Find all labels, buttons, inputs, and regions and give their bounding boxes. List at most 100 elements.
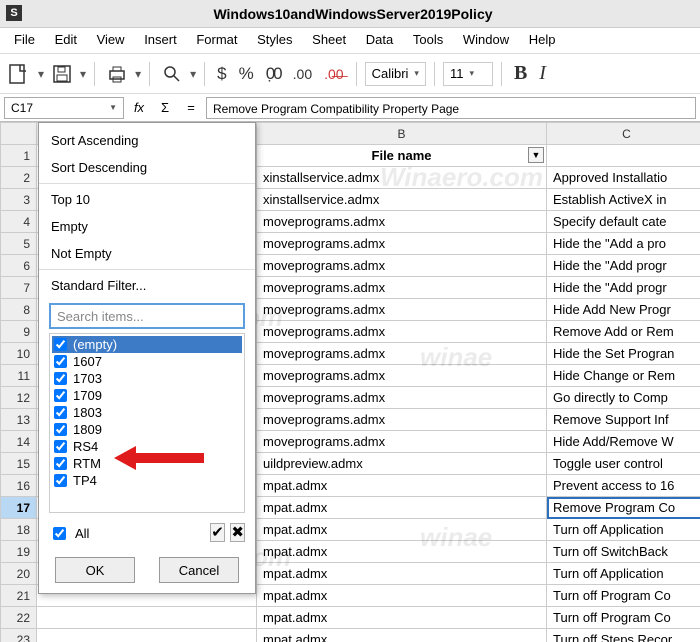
cell[interactable]: moveprograms.admx [257, 233, 547, 255]
cell[interactable]: Hide the Set Progran [547, 343, 700, 365]
percent-icon[interactable]: % [235, 64, 258, 84]
row-header[interactable]: 11 [1, 365, 37, 387]
row-header[interactable]: 1 [1, 145, 37, 167]
menu-data[interactable]: Data [358, 28, 401, 51]
sort-descending-item[interactable]: Sort Descending [39, 154, 255, 181]
row-header[interactable]: 6 [1, 255, 37, 277]
cell[interactable]: moveprograms.admx [257, 431, 547, 453]
cell[interactable]: moveprograms.admx [257, 321, 547, 343]
spreadsheet-grid[interactable]: A B C 1 New in Windows 1 ▼ File name ▼ 2… [0, 122, 700, 642]
cell[interactable]: Approved Installatio [547, 167, 700, 189]
menu-file[interactable]: File [6, 28, 43, 51]
save-icon[interactable] [48, 60, 76, 88]
menu-tools[interactable]: Tools [405, 28, 451, 51]
row-header[interactable]: 8 [1, 299, 37, 321]
cell[interactable]: mpat.admx [257, 519, 547, 541]
cell[interactable]: moveprograms.admx [257, 387, 547, 409]
cell[interactable]: mpat.admx [257, 541, 547, 563]
cell[interactable]: Hide the "Add progr [547, 277, 700, 299]
menu-edit[interactable]: Edit [47, 28, 85, 51]
cell[interactable]: moveprograms.admx [257, 409, 547, 431]
row-header[interactable]: 19 [1, 541, 37, 563]
cell[interactable]: Remove Add or Rem [547, 321, 700, 343]
filter-option-checkbox[interactable] [54, 338, 67, 351]
menu-sheet[interactable]: Sheet [304, 28, 354, 51]
cell[interactable]: Hide Add New Progr [547, 299, 700, 321]
sort-ascending-item[interactable]: Sort Ascending [39, 127, 255, 154]
bold-icon[interactable]: B [510, 62, 531, 85]
cell[interactable]: Turn off Application [547, 519, 700, 541]
font-name-select[interactable]: Calibri ▾ [365, 62, 426, 86]
row-header[interactable]: 22 [1, 607, 37, 629]
filter-option[interactable]: 1809 [52, 421, 242, 438]
menu-window[interactable]: Window [455, 28, 517, 51]
menu-styles[interactable]: Styles [249, 28, 300, 51]
cell[interactable]: moveprograms.admx [257, 211, 547, 233]
dropdown-arrow-icon[interactable]: ▾ [135, 67, 141, 81]
cell[interactable]: xinstallservice.admx [257, 167, 547, 189]
cell[interactable]: Turn off SwitchBack [547, 541, 700, 563]
filter-option-checkbox[interactable] [54, 440, 67, 453]
italic-icon[interactable]: I [535, 62, 550, 85]
menu-insert[interactable]: Insert [136, 28, 185, 51]
filter-option-checkbox[interactable] [54, 457, 67, 470]
row-header[interactable]: 17 [1, 497, 37, 519]
filter-option[interactable]: RS4 [52, 438, 242, 455]
cell[interactable]: Hide the "Add a pro [547, 233, 700, 255]
filter-option-checkbox[interactable] [54, 423, 67, 436]
row-header[interactable]: 20 [1, 563, 37, 585]
row-header[interactable]: 15 [1, 453, 37, 475]
sum-icon[interactable]: Σ [154, 100, 176, 115]
corner-cell[interactable] [1, 123, 37, 145]
dropdown-arrow-icon[interactable]: ▾ [80, 67, 86, 81]
filter-checklist[interactable]: (empty)16071703170918031809RS4RTMTP4 [49, 333, 245, 513]
format-number-icon[interactable]: 0̣0 [262, 64, 285, 84]
row-header[interactable]: 3 [1, 189, 37, 211]
row-header[interactable]: 12 [1, 387, 37, 409]
currency-icon[interactable]: $ [213, 64, 230, 84]
filter-option-checkbox[interactable] [54, 474, 67, 487]
all-checkbox[interactable]: All [49, 524, 89, 543]
cell[interactable]: mpat.admx [257, 629, 547, 642]
function-wizard-icon[interactable]: fx [128, 100, 150, 115]
cell[interactable]: Specify default cate [547, 211, 700, 233]
print-icon[interactable] [103, 60, 131, 88]
standard-filter-item[interactable]: Standard Filter... [39, 272, 255, 299]
menu-view[interactable]: View [89, 28, 133, 51]
cell[interactable] [37, 607, 257, 629]
col-header-c[interactable]: C [547, 123, 700, 145]
cell[interactable]: mpat.admx [257, 475, 547, 497]
accept-icon[interactable]: ✔ [210, 523, 225, 542]
filter-option[interactable]: 1709 [52, 387, 242, 404]
cell[interactable]: Remove Program Co [547, 497, 700, 519]
filter-option-checkbox[interactable] [54, 406, 67, 419]
cell[interactable]: Hide the "Add progr [547, 255, 700, 277]
add-decimal-icon[interactable]: .00 [289, 66, 316, 82]
formula-input[interactable]: Remove Program Compatibility Property Pa… [206, 97, 696, 119]
filter-search-input[interactable]: Search items... [49, 303, 245, 329]
cell[interactable]: Go directly to Comp [547, 387, 700, 409]
filter-option[interactable]: (empty) [52, 336, 242, 353]
autofilter-button[interactable]: ▼ [528, 147, 544, 163]
new-doc-icon[interactable] [6, 60, 34, 88]
top10-item[interactable]: Top 10 [39, 186, 255, 213]
row-header[interactable]: 9 [1, 321, 37, 343]
cell[interactable]: mpat.admx [257, 585, 547, 607]
dropdown-arrow-icon[interactable]: ▾ [190, 67, 196, 81]
not-empty-item[interactable]: Not Empty [39, 240, 255, 267]
cell[interactable]: xinstallservice.admx [257, 189, 547, 211]
cell[interactable]: moveprograms.admx [257, 277, 547, 299]
cell[interactable]: Remove Support Inf [547, 409, 700, 431]
row-header[interactable]: 2 [1, 167, 37, 189]
cell[interactable]: Turn off Program Co [547, 607, 700, 629]
cell-reference-select[interactable]: C17 ▼ [4, 97, 124, 119]
cell[interactable]: Turn off Program Co [547, 585, 700, 607]
cell[interactable] [37, 629, 257, 642]
row-header[interactable]: 13 [1, 409, 37, 431]
filter-option-checkbox[interactable] [54, 372, 67, 385]
cell[interactable]: Prevent access to 16 [547, 475, 700, 497]
ok-button[interactable]: OK [55, 557, 135, 583]
cell[interactable]: Toggle user control [547, 453, 700, 475]
cell[interactable]: uildpreview.admx [257, 453, 547, 475]
remove-decimal-icon[interactable]: .0̶0̶ [320, 66, 347, 82]
